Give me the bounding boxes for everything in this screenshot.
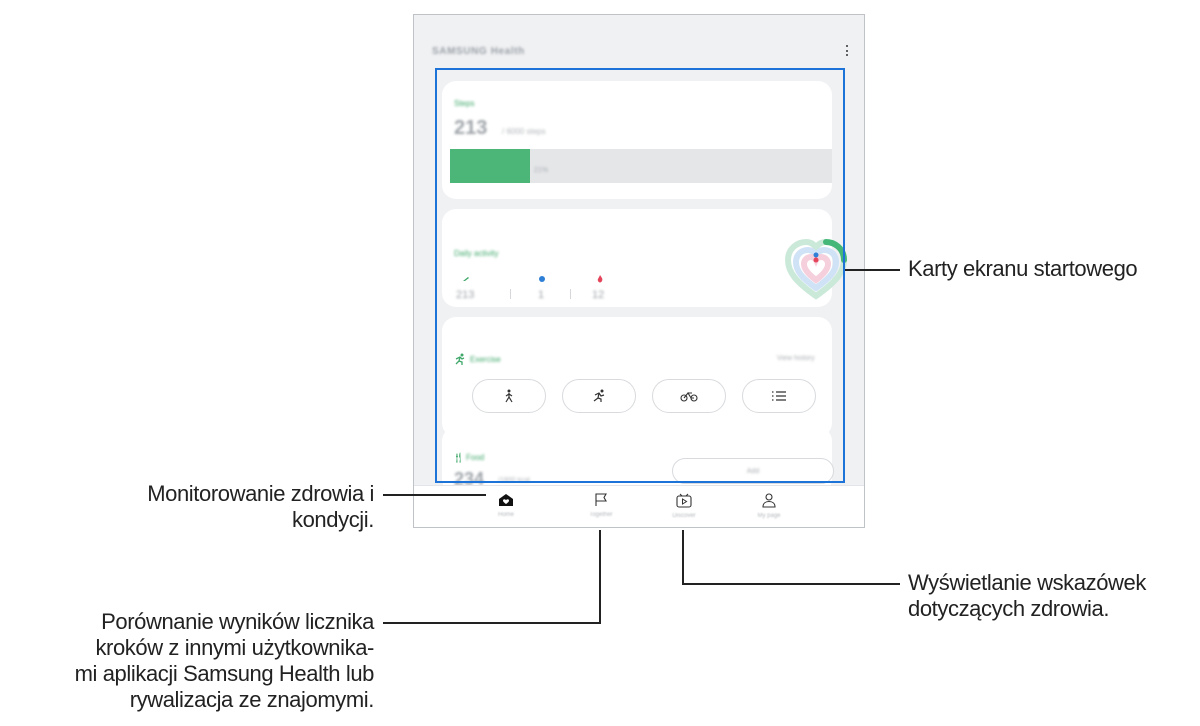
steps-count: 213 (454, 117, 488, 139)
walk-icon (463, 277, 469, 281)
daily-activity-card[interactable]: Daily activity 213 1 12 (442, 209, 848, 307)
nav-discover-label: Discover (672, 513, 696, 519)
callout-line-monitoring (383, 494, 486, 496)
bottom-navigation: Home Together Discover My page (414, 485, 864, 527)
home-icon (499, 494, 513, 506)
app-title: SAMSUNG Health (432, 46, 525, 57)
callout-together: Porównanie wyników licznika kroków z inn… (74, 609, 375, 713)
exercise-card[interactable]: Exercise View history (442, 317, 832, 437)
callout-line-discover-horizontal (682, 583, 900, 585)
exercise-list-button[interactable] (742, 379, 816, 413)
callout-text: Wyświetlanie wskazówek (908, 570, 1146, 595)
walking-button[interactable] (472, 379, 546, 413)
activity-heart-ring-icon (784, 238, 848, 300)
nav-my-page-label: My page (757, 513, 781, 519)
food-label: Food (466, 453, 485, 462)
callout-discover: Wyświetlanie wskazówek dotyczących zdrow… (908, 570, 1146, 622)
callout-home-cards: Karty ekranu startowego (908, 256, 1138, 282)
steps-progress-text: 21% (534, 167, 549, 174)
cycling-button[interactable] (652, 379, 726, 413)
callout-text: mi aplikacji Samsung Health lub (74, 661, 375, 686)
running-icon (593, 389, 605, 402)
callout-text: kondycji. (292, 507, 374, 532)
more-options-icon[interactable] (844, 45, 850, 59)
running-icon (455, 353, 465, 365)
callout-text: dotyczących zdrowia. (908, 596, 1110, 621)
callout-line-home-cards (845, 269, 900, 271)
fork-knife-icon: 🍴︎ (452, 453, 465, 464)
daily-activity-label: Daily activity (454, 249, 499, 258)
callout-text: Karty ekranu startowego (908, 256, 1138, 281)
nav-my-page[interactable]: My page (739, 486, 799, 527)
profile-icon (762, 493, 776, 508)
callout-line-together-vertical (599, 530, 601, 624)
food-card[interactable]: 🍴︎ Food 234 /1800 kcal Add (442, 427, 834, 493)
activity-divider (570, 289, 571, 299)
steps-progress-bar (450, 149, 832, 183)
steps-label: Steps (454, 99, 475, 108)
running-button[interactable] (562, 379, 636, 413)
callout-line-discover-vertical (682, 530, 684, 585)
nav-home-label: Home (497, 512, 514, 518)
steps-target: / 6000 steps (502, 127, 546, 136)
activity-value-steps: 213 (456, 289, 475, 301)
nav-together-label: Together (589, 512, 613, 518)
app-header: SAMSUNG Health (414, 15, 864, 70)
clock-icon (539, 276, 545, 282)
callout-text: kroków z innymi użytkownika- (95, 635, 374, 660)
add-food-label: Add (746, 467, 760, 475)
nav-home[interactable]: Home (476, 486, 536, 527)
nav-together[interactable]: Together (571, 486, 631, 527)
steps-progress-fill (450, 149, 531, 183)
callout-monitoring: Monitorowanie zdrowia i kondycji. (147, 481, 374, 533)
view-history-link[interactable]: View history (777, 355, 815, 362)
flame-icon (597, 275, 603, 283)
activity-value-minutes: 1 (538, 289, 545, 301)
cycling-icon (680, 392, 698, 402)
add-food-button[interactable]: Add (672, 458, 834, 484)
activity-divider (510, 289, 511, 299)
discover-icon (676, 493, 692, 508)
nav-discover[interactable]: Discover (654, 486, 714, 527)
callout-text: Porównanie wyników licznika (101, 609, 374, 634)
walking-icon (505, 389, 513, 403)
activity-value-calories: 12 (592, 289, 605, 301)
flag-icon (595, 493, 607, 506)
callout-text: Monitorowanie zdrowia i (147, 481, 374, 506)
callout-line-together-horizontal (383, 622, 601, 624)
food-unit: /1800 kcal (498, 477, 530, 484)
steps-card[interactable]: Steps 213 / 6000 steps 21% (442, 81, 832, 199)
list-icon (772, 391, 786, 401)
callout-text: rywalizacja ze znajomymi. (129, 687, 375, 712)
phone-screen: SAMSUNG Health Steps 213 / 6000 steps 21… (413, 14, 865, 528)
exercise-label: Exercise (470, 355, 501, 364)
